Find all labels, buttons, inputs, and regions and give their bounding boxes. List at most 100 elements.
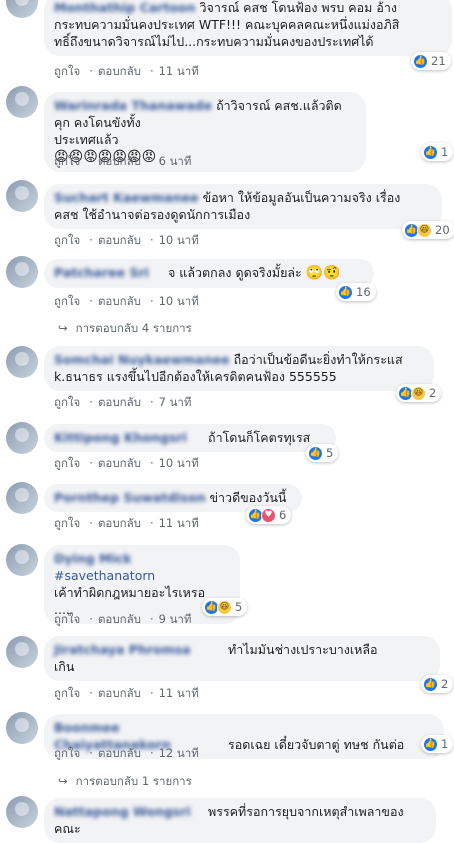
comment-actions: ถูกใจ · ตอบกลับ · 7 นาที [54,395,192,409]
view-replies-link[interactable]: ↪ การตอบกลับ 1 รายการ [58,773,192,791]
commenter-name[interactable]: Pornthep Suwatdison [54,489,205,506]
commenter-name[interactable]: Monthathip Cartoon [54,0,196,16]
like-link[interactable]: ถูกใจ [54,294,80,308]
avatar[interactable] [6,346,38,378]
avatar[interactable] [6,482,38,514]
comment-bubble: Monthathip Cartoon วิจารณ์ คสช โดนฟ้อง พร… [44,0,452,56]
comment-actions: ถูกใจ · ตอบกลับ · 10 นาที [54,456,199,470]
commenter-name[interactable]: Suchart Kaewmanee [54,189,199,206]
timestamp[interactable]: 11 นาที [159,64,199,78]
commenter-name[interactable]: Somchai Nuykaewmanee [54,351,230,368]
avatar[interactable] [6,0,38,18]
like-link[interactable]: ถูกใจ [54,516,80,530]
commenter-name[interactable]: Dying Mick [54,550,131,567]
reply-link[interactable]: ตอบกลับ [98,516,141,530]
reaction-summary[interactable]: 👍 2 [421,675,454,693]
replies-label: การตอบกลับ 1 รายการ [75,774,192,788]
reaction-summary[interactable]: 👍 1 [421,735,454,753]
reply-link[interactable]: ตอบกลับ [98,64,141,78]
timestamp[interactable]: 11 นาที [159,516,199,530]
commenter-name[interactable]: Patcharee Sri [54,264,164,281]
comment-text: ถ้าโดนก็โคตรทุเรส [208,430,311,445]
like-icon: 👍 [413,53,428,69]
reply-link[interactable]: ตอบกลับ [98,233,141,247]
like-link[interactable]: ถูกใจ [54,612,80,626]
haha-icon: 😆 [411,385,426,401]
timestamp[interactable]: 10 นาที [159,233,199,247]
haha-icon: 😆 [417,222,432,238]
timestamp[interactable]: 9 นาที [159,612,192,626]
comment-text: จ แล้วตกลง ดูดจริงมั้ยล่ะ [168,265,302,280]
reaction-count: 5 [326,446,334,460]
comment-actions: ถูกใจ · ตอบกลับ · 12 นาที [54,746,199,760]
avatar[interactable] [6,86,38,118]
comment-bubble: Jiratchaya Phromsa ทำไมมันช่างเปราะบางเหล… [44,636,440,681]
like-link[interactable]: ถูกใจ [54,154,80,168]
commenter-name[interactable]: Kittipong Khongsri [54,429,204,446]
reaction-count: 1 [441,145,449,159]
reaction-summary[interactable]: 👍 21 [411,52,451,70]
love-icon: ♥ [261,507,276,523]
reply-link[interactable]: ตอบกลับ [98,395,141,409]
comment-actions: ถูกใจ · ตอบกลับ · 11 นาที [54,686,199,700]
comment-bubble: Suchart Kaewmanee ข้อหา ให้ข้อมูลอันเป็นค… [44,184,442,229]
commenter-name[interactable]: Jiratchaya Phromsa [54,641,224,658]
timestamp[interactable]: 10 นาที [159,294,199,308]
emoji-row: 🙄🤨 [305,265,341,281]
like-icon: 👍 [423,676,438,692]
like-link[interactable]: ถูกใจ [54,686,80,700]
reply-link[interactable]: ตอบกลับ [98,746,141,760]
haha-icon: 😆 [217,599,232,615]
hashtag-link[interactable]: #savethanatorn [54,568,155,583]
like-link[interactable]: ถูกใจ [54,233,80,247]
timestamp[interactable]: 10 นาที [159,456,199,470]
reaction-summary[interactable]: 👍 😆 2 [396,384,442,402]
like-icon: 👍 [338,284,353,300]
reaction-count: 6 [279,508,287,522]
reaction-summary[interactable]: 👍 ♥ 6 [246,506,292,524]
like-link[interactable]: ถูกใจ [54,746,80,760]
reply-link[interactable]: ตอบกลับ [98,612,141,626]
comment-actions: ถูกใจ · ตอบกลับ · 11 นาที [54,516,199,530]
timestamp[interactable]: 7 นาที [159,395,192,409]
view-replies-link[interactable]: ↪ การตอบกลับ 4 รายการ [58,320,192,338]
reply-arrow-icon: ↪ [58,321,68,335]
avatar[interactable] [6,636,38,668]
timestamp[interactable]: 11 นาที [159,686,199,700]
comment-actions: ถูกใจ · ตอบกลับ · 10 นาที [54,294,199,308]
comment-bubble: Patcharee Sri จ แล้วตกลง ดูดจริงมั้ยล่ะ 🙄… [44,259,374,288]
timestamp[interactable]: 6 นาที [159,154,192,168]
avatar[interactable] [6,422,38,454]
comment-actions: ถูกใจ · ตอบกลับ · 9 นาที [54,612,192,626]
reaction-summary[interactable]: 👍 😆 5 [202,598,248,616]
reply-link[interactable]: ตอบกลับ [98,294,141,308]
comment-text: ข่าวดีของวันนี้ [209,490,287,505]
like-link[interactable]: ถูกใจ [54,64,80,78]
reaction-count: 21 [431,54,446,68]
reply-link[interactable]: ตอบกลับ [98,686,141,700]
reaction-count: 20 [435,223,450,237]
like-link[interactable]: ถูกใจ [54,395,80,409]
reaction-count: 5 [235,600,243,614]
avatar[interactable] [6,544,38,576]
commenter-name[interactable]: Warinrada Thanawade [54,97,212,114]
avatar[interactable] [6,180,38,212]
replies-label: การตอบกลับ 4 รายการ [75,321,192,335]
commenter-name[interactable]: Nattapong Wongsri [54,803,204,820]
reaction-count: 1 [441,737,449,751]
reaction-summary[interactable]: 👍 1 [421,143,454,161]
like-icon: 👍 [423,144,438,160]
reaction-summary[interactable]: 👍 😆 20 [402,221,454,239]
comment-bubble: Somchai Nuykaewmanee ถือว่าเป็นข้อดีนะยิ่… [44,346,434,391]
avatar[interactable] [6,256,38,288]
reaction-summary[interactable]: 👍 5 [306,444,339,462]
reply-link[interactable]: ตอบกลับ [98,456,141,470]
comment-actions: ถูกใจ · ตอบกลับ · 11 นาที [54,64,199,78]
comment-actions: ถูกใจ · ตอบกลับ · 10 นาที [54,233,199,247]
like-link[interactable]: ถูกใจ [54,456,80,470]
avatar[interactable] [6,712,38,744]
reply-link[interactable]: ตอบกลับ [98,154,141,168]
avatar[interactable] [6,796,38,828]
timestamp[interactable]: 12 นาที [159,746,199,760]
reaction-summary[interactable]: 👍 16 [336,283,376,301]
